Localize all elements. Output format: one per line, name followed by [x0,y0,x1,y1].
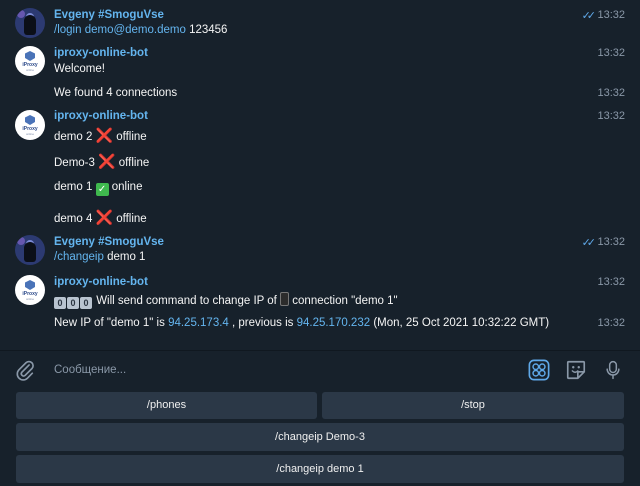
bot-avatar[interactable]: iProxy online [15,110,45,140]
digit-zero-icon: 0 [67,297,79,309]
keyboard-button-stop[interactable]: /stop [322,392,624,419]
connection-name: demo 1 [54,181,93,193]
connection-line: demo 1 ✓ online [54,181,142,196]
message-part: (Mon, 25 Oct 2021 10:32:22 GMT) [370,317,550,329]
phone-icon [280,292,290,306]
shield-icon [25,51,35,61]
message-time: 13:32 [597,87,625,99]
message-time: 13:32 [597,110,625,122]
message-text: /login demo@demo.demo 123456 [54,24,227,36]
command-link[interactable]: /changeip [54,251,104,263]
bot-logo-sub: online [25,68,34,72]
connection-line: Demo-3 ❌ offline [54,153,149,170]
cross-icon: ❌ [95,209,113,225]
connection-name: demo 2 [54,131,93,143]
cross-icon: ❌ [95,127,113,143]
keyboard-button-changeip-demo3[interactable]: /changeip Demo-3 [16,423,624,451]
cross-icon: ❌ [98,153,116,169]
connection-status: offline [116,131,147,143]
new-ip-link[interactable]: 94.25.173.4 [168,317,229,329]
message-time: 13:32 [597,9,625,21]
shield-icon [25,280,35,290]
connection-status: offline [118,157,150,169]
message-part: New IP of "demo 1" is [54,317,169,329]
read-check-icon: ✓✓ [581,237,597,249]
avatar-glow [17,10,25,18]
microphone-icon[interactable] [603,359,623,381]
read-check-icon: ✓✓ [581,10,597,22]
bot-avatar[interactable]: iProxy online [15,275,45,305]
bot-logo-sub: online [25,297,34,301]
message-text: New IP of "demo 1" is 94.25.173.4 , prev… [54,317,549,329]
paperclip-icon[interactable] [14,359,36,381]
message-time: 13:32 [597,236,625,248]
avatar-figure [24,242,36,262]
connection-status: offline [116,213,147,225]
message-rest: demo 1 [103,251,146,263]
message-text: /changeip demo 1 [54,251,145,263]
connection-status: online [111,181,143,193]
sender-name[interactable]: Evgeny #SmoguVse [54,9,164,21]
shield-icon [25,115,35,125]
message-input[interactable]: Сообщение... [54,364,126,376]
message-text: 000 Will send command to change IP of co… [54,292,398,309]
user-avatar[interactable] [15,8,45,38]
message-time: 13:32 [597,276,625,288]
avatar-glow [17,237,25,245]
sender-name[interactable]: iproxy-online-bot [54,276,148,288]
command-link[interactable]: /login [54,24,82,36]
message-rest: 123456 [185,24,228,36]
sticker-icon[interactable] [565,359,587,381]
bot-avatar[interactable]: iProxy online [15,46,45,76]
avatar-figure [24,15,36,35]
digit-zero-icon: 0 [54,297,66,309]
old-ip-link[interactable]: 94.25.170.232 [297,317,371,329]
message-text: Welcome! [54,63,105,75]
message-text: We found 4 connections [54,87,178,99]
sender-name[interactable]: iproxy-online-bot [54,47,148,59]
digit-zero-icon: 0 [80,297,92,309]
message-time: 13:32 [597,47,625,59]
keyboard-button-changeip-demo1[interactable]: /changeip demo 1 [16,455,624,483]
connection-name: demo 4 [54,213,93,225]
sender-name[interactable]: Evgeny #SmoguVse [54,236,164,248]
connection-line: demo 4 ❌ offline [54,209,147,226]
sender-name[interactable]: iproxy-online-bot [54,110,148,122]
message-time: 13:32 [597,317,625,329]
chat-area: Evgeny #SmoguVse /login demo@demo.demo 1… [0,0,640,350]
keyboard-button-phones[interactable]: /phones [16,392,317,419]
bot-keyboard-icon[interactable] [528,359,550,381]
user-avatar[interactable] [15,235,45,265]
connection-name: Demo-3 [54,157,95,169]
check-icon: ✓ [95,183,109,196]
bot-logo-sub: online [25,132,34,136]
message-part: connection "demo 1" [289,295,398,307]
message-part: Will send command to change IP of [93,295,281,307]
message-part: , previous is [228,317,297,329]
connection-line: demo 2 ❌ offline [54,127,147,144]
email-link[interactable]: demo@demo.demo [85,24,186,36]
